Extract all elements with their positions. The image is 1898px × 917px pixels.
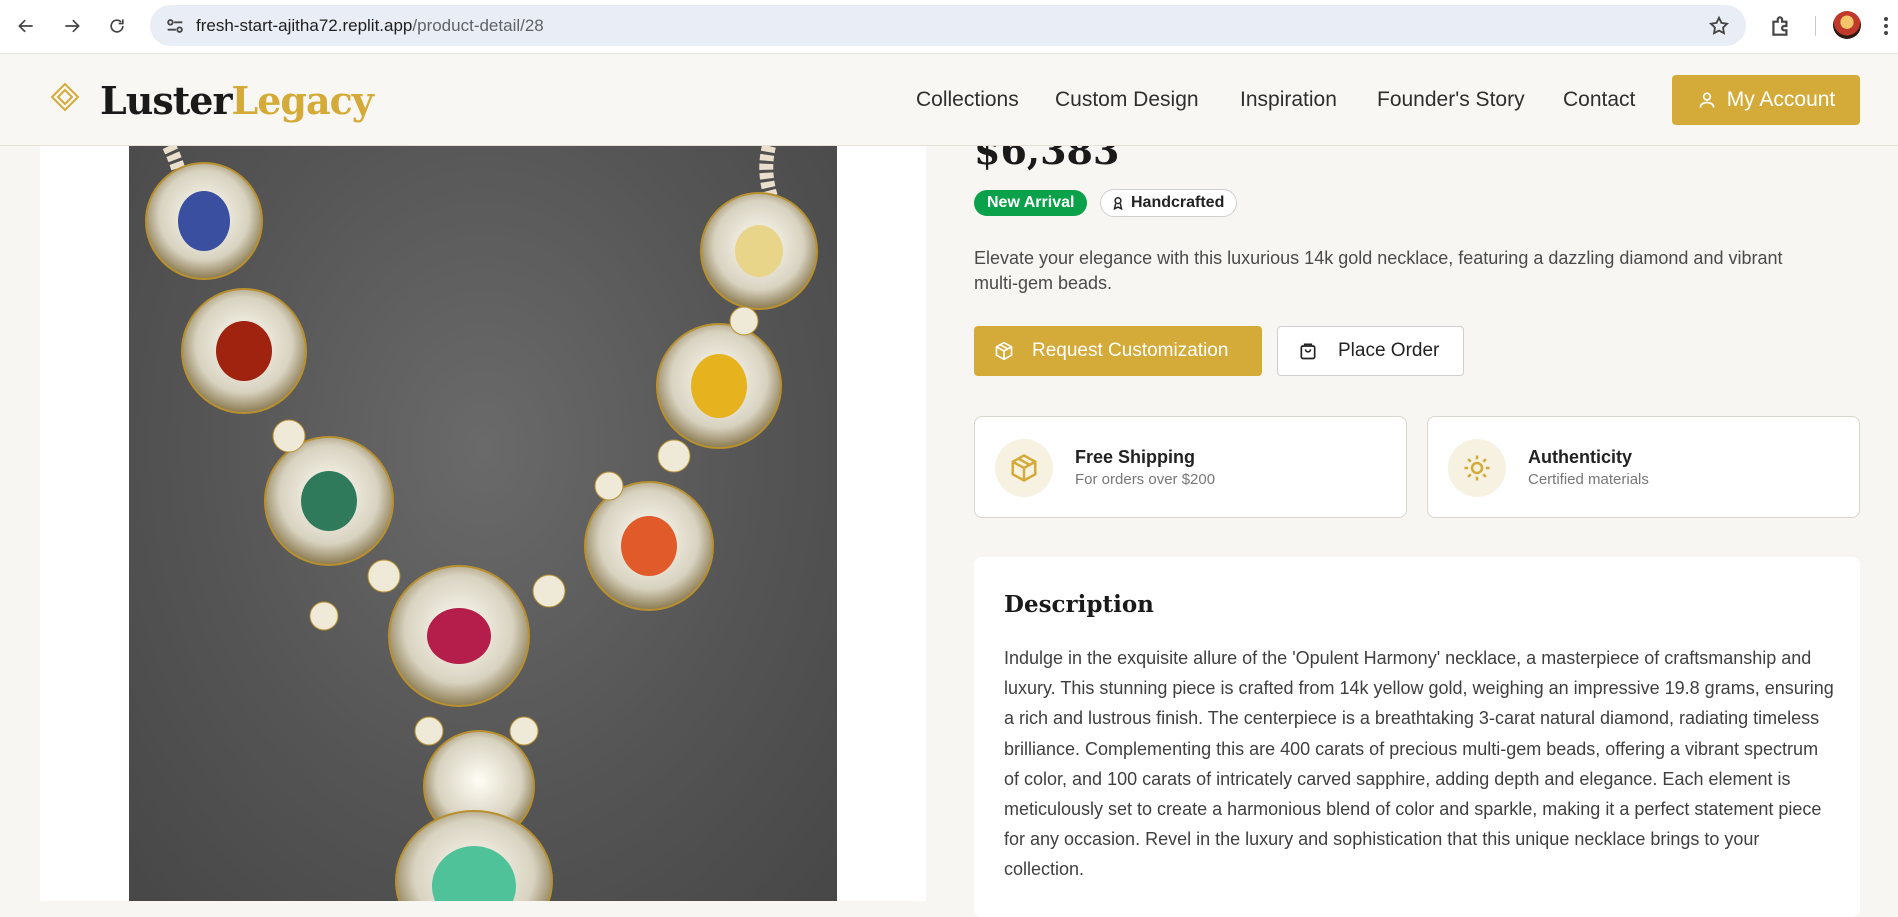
url-text: fresh-start-ajitha72.replit.app/product-… <box>196 16 544 35</box>
handcrafted-label: Handcrafted <box>1131 194 1225 211</box>
place-order-label: Place Order <box>1338 340 1440 361</box>
toolbar-divider <box>1815 16 1816 36</box>
place-order-button[interactable]: Place Order <box>1277 326 1464 376</box>
feature-title: Free Shipping <box>1075 447 1196 467</box>
extensions-puzzle-icon[interactable] <box>1768 13 1794 39</box>
my-account-button[interactable]: My Account <box>1672 75 1860 125</box>
site-header: LusterLegacy Collections Custom Design I… <box>0 54 1898 146</box>
address-bar[interactable]: fresh-start-ajitha72.replit.app/product-… <box>150 5 1746 46</box>
free-shipping-card: Free Shipping For orders over $200 <box>974 416 1407 518</box>
bookmark-star-icon[interactable] <box>1708 15 1730 37</box>
diamond-logo-icon[interactable] <box>50 82 80 112</box>
description-heading: Description <box>1004 591 1154 618</box>
description-text: Indulge in the exquisite allure of the '… <box>1004 648 1834 880</box>
nav-collections[interactable]: Collections <box>916 88 1019 112</box>
authenticity-card: Authenticity Certified materials <box>1427 416 1860 518</box>
profile-avatar[interactable] <box>1833 11 1861 39</box>
nav-contact[interactable]: Contact <box>1563 88 1635 112</box>
sun-icon <box>1448 439 1506 497</box>
request-customization-button[interactable]: Request Customization <box>974 326 1262 376</box>
description-card: Description Indulge in the exquisite all… <box>974 557 1860 917</box>
feature-subtitle: Certified materials <box>1528 471 1649 488</box>
site-settings-icon[interactable] <box>164 15 186 37</box>
new-arrival-badge: New Arrival <box>974 190 1088 216</box>
handcrafted-badge: Handcrafted <box>1100 189 1238 217</box>
more-menu-icon[interactable] <box>1880 14 1892 38</box>
feature-subtitle: For orders over $200 <box>1075 471 1216 488</box>
back-arrow-icon[interactable] <box>14 14 38 38</box>
nav-inspiration[interactable]: Inspiration <box>1240 88 1337 112</box>
package-icon <box>995 341 1013 361</box>
browser-toolbar: fresh-start-ajitha72.replit.app/product-… <box>0 0 1898 54</box>
award-icon <box>1113 197 1123 210</box>
feature-title: Authenticity <box>1528 447 1633 467</box>
site-logo[interactable]: LusterLegacy <box>100 78 374 123</box>
short-description: Elevate your elegance with this luxuriou… <box>974 248 1783 293</box>
my-account-label: My Account <box>1726 88 1836 111</box>
shopping-bag-icon <box>1300 343 1316 360</box>
nav-founders-story[interactable]: Founder's Story <box>1377 88 1525 112</box>
user-icon <box>1699 92 1715 108</box>
forward-arrow-icon[interactable] <box>60 14 84 38</box>
nav-custom-design[interactable]: Custom Design <box>1055 88 1199 112</box>
reload-icon[interactable] <box>105 14 129 38</box>
box-icon <box>995 439 1053 497</box>
request-customization-label: Request Customization <box>1032 340 1229 361</box>
product-image[interactable] <box>129 146 837 901</box>
